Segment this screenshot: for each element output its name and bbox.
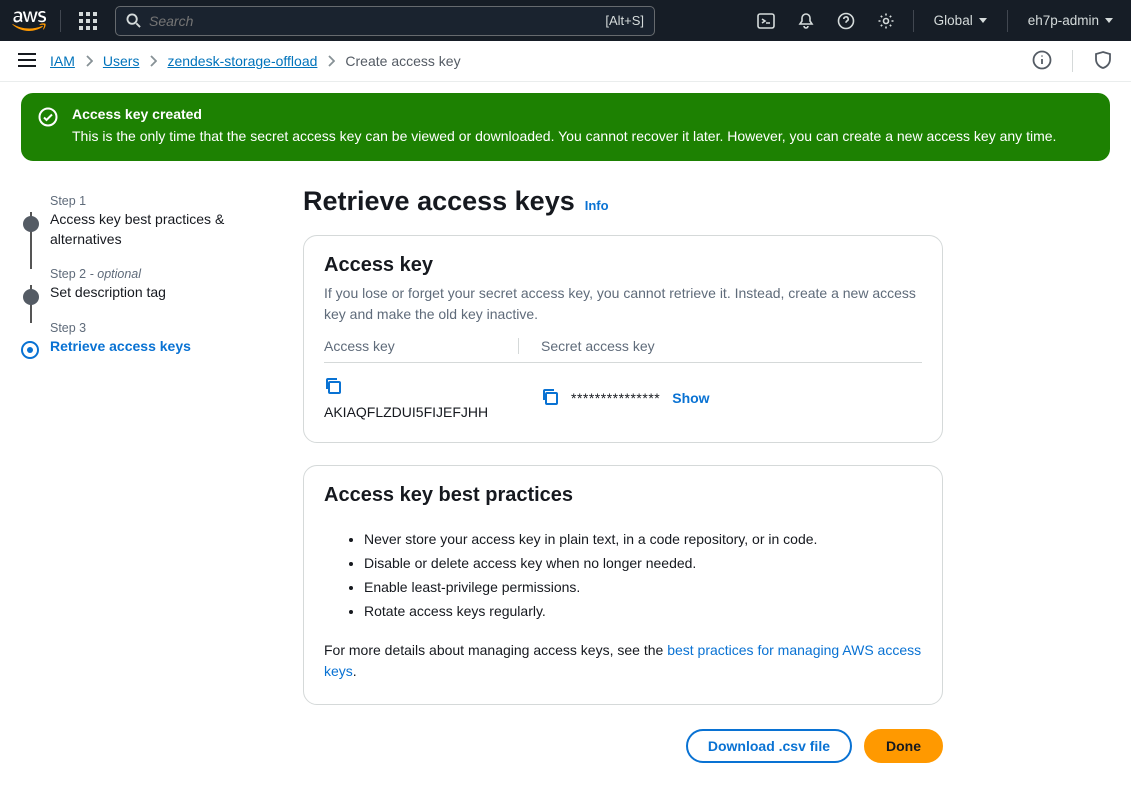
access-key-panel: Access key If you lose or forget your se… [303, 235, 943, 443]
list-item: Disable or delete access key when no lon… [364, 553, 922, 574]
list-item: Never store your access key in plain tex… [364, 529, 922, 550]
breadcrumb-bar: IAM Users zendesk-storage-offload Create… [0, 41, 1131, 82]
separator [1072, 50, 1073, 72]
best-practices-list: Never store your access key in plain tex… [324, 529, 922, 622]
breadcrumb: IAM Users zendesk-storage-offload Create… [50, 53, 1018, 69]
crumb-user-detail[interactable]: zendesk-storage-offload [167, 53, 317, 69]
step-title: Set description tag [50, 283, 273, 303]
info-link[interactable]: Info [585, 198, 609, 213]
chevron-right-icon [85, 55, 93, 67]
top-nav: [Alt+S] Global eh7p-admin [0, 0, 1131, 41]
alert-title: Access key created [72, 106, 1056, 122]
copy-secret-key-icon[interactable] [541, 388, 559, 409]
col-header-secret-key: Secret access key [519, 338, 922, 354]
list-item: Enable least-privilege permissions. [364, 577, 922, 598]
step-label: Step 3 [50, 321, 273, 335]
step-dot-icon [21, 341, 39, 359]
region-selector[interactable]: Global [928, 13, 993, 28]
search-input[interactable] [141, 13, 605, 29]
step-2[interactable]: Step 2 - optional Set description tag [21, 267, 273, 321]
access-key-value: AKIAQFLZDUI5FIJEFJHH [324, 404, 519, 420]
account-label: eh7p-admin [1028, 13, 1099, 28]
nav-separator [913, 10, 914, 32]
step-dot-icon [23, 289, 39, 305]
settings-gear-icon[interactable] [873, 8, 899, 34]
copy-access-key-icon[interactable] [324, 377, 342, 398]
chevron-right-icon [149, 55, 157, 67]
alert-body: This is the only time that the secret ac… [72, 126, 1056, 146]
crumb-iam[interactable]: IAM [50, 53, 75, 69]
wizard-actions: Download .csv file Done [303, 729, 943, 763]
chevron-right-icon [327, 55, 335, 67]
download-csv-button[interactable]: Download .csv file [686, 729, 852, 763]
cloudshell-icon[interactable] [753, 8, 779, 34]
step-1[interactable]: Step 1 Access key best practices & alter… [21, 194, 273, 267]
step-title: Access key best practices & alternatives [50, 210, 273, 249]
done-button[interactable]: Done [864, 729, 943, 763]
step-title: Retrieve access keys [50, 337, 273, 357]
secret-key-masked: *************** [571, 390, 660, 406]
caret-down-icon [1105, 18, 1113, 23]
step-label: Step 2 - optional [50, 267, 273, 281]
region-label: Global [934, 13, 973, 28]
nav-separator [60, 10, 61, 32]
aws-logo[interactable] [12, 11, 46, 31]
shield-icon[interactable] [1093, 50, 1113, 73]
step-3[interactable]: Step 3 Retrieve access keys [21, 321, 273, 375]
account-menu[interactable]: eh7p-admin [1022, 13, 1119, 28]
search-icon [126, 13, 141, 28]
panel-description: If you lose or forget your secret access… [324, 283, 922, 324]
step-label: Step 1 [50, 194, 273, 208]
list-item: Rotate access keys regularly. [364, 601, 922, 622]
crumb-users[interactable]: Users [103, 53, 140, 69]
help-icon[interactable] [833, 8, 859, 34]
wizard-stepper: Step 1 Access key best practices & alter… [21, 186, 273, 763]
success-check-icon [38, 107, 58, 146]
show-secret-button[interactable]: Show [672, 390, 709, 406]
panel-heading: Access key best practices [324, 484, 922, 507]
step-dot-icon [23, 216, 39, 232]
info-circle-icon[interactable] [1032, 50, 1052, 73]
search-shortcut-hint: [Alt+S] [605, 13, 644, 28]
global-search[interactable]: [Alt+S] [115, 6, 655, 36]
caret-down-icon [979, 18, 987, 23]
page-content: Retrieve access keys Info Access key If … [303, 186, 943, 763]
notifications-icon[interactable] [793, 8, 819, 34]
nav-separator [1007, 10, 1008, 32]
col-header-access-key: Access key [324, 338, 519, 354]
side-nav-toggle-icon[interactable] [18, 53, 36, 70]
page-title: Retrieve access keys [303, 186, 575, 217]
best-practices-panel: Access key best practices Never store yo… [303, 465, 943, 705]
crumb-current: Create access key [345, 53, 460, 69]
best-practices-footer: For more details about managing access k… [324, 640, 922, 682]
success-alert: Access key created This is the only time… [21, 93, 1110, 161]
services-grid-icon[interactable] [75, 8, 101, 34]
panel-heading: Access key [324, 254, 922, 277]
